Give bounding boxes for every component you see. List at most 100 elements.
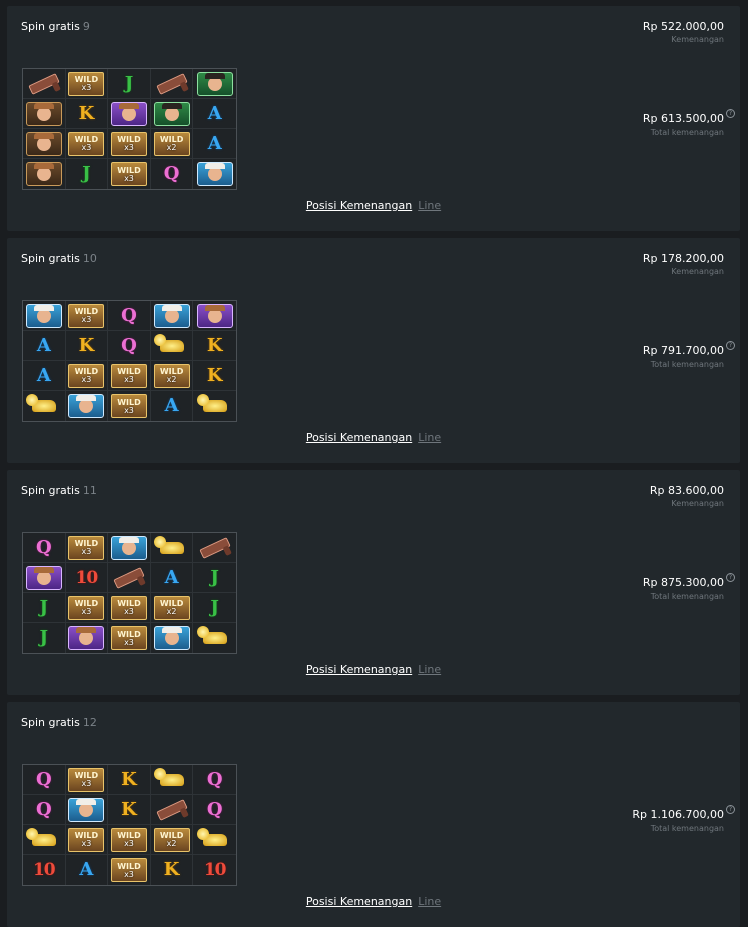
bandit-green-symbol bbox=[150, 99, 194, 129]
spin-number: 9 bbox=[82, 20, 90, 33]
spin-panel-9: Spin gratis 9 Rp 522.000,00 Kemenangan WI… bbox=[7, 6, 740, 231]
cowgirl-blue-symbol bbox=[65, 795, 109, 825]
gold-pile-icon bbox=[196, 394, 227, 412]
cowgirl-blue-symbol bbox=[108, 533, 151, 563]
symbol-a: A bbox=[151, 391, 194, 421]
spin-title-label: Spin gratis bbox=[21, 20, 80, 33]
gold-pile-icon bbox=[25, 394, 56, 412]
wild-symbol: WILD x3 bbox=[108, 129, 151, 159]
revolver-symbol bbox=[150, 69, 194, 99]
total-label: Total kemenangan bbox=[650, 360, 724, 369]
card-letter: Q bbox=[163, 163, 180, 184]
cowgirl-blue-symbol bbox=[151, 623, 194, 653]
spin-title: Spin gratis 9 bbox=[21, 20, 90, 33]
total-label: Total kemenangan bbox=[650, 592, 724, 601]
card-letter: J bbox=[124, 72, 134, 94]
spin-title: Spin gratis 12 bbox=[21, 716, 97, 729]
wild-symbol: WILD x3 bbox=[65, 593, 109, 623]
winning-positions-link[interactable]: Posisi Kemenangan bbox=[306, 431, 412, 444]
card-letter: K bbox=[78, 102, 95, 124]
line-link[interactable]: Line bbox=[418, 199, 441, 212]
symbol-j: J bbox=[108, 69, 151, 99]
bandit-icon bbox=[153, 101, 190, 126]
symbol-a: A bbox=[23, 361, 66, 391]
wild-symbol: WILD x3 bbox=[108, 825, 151, 855]
wild-icon: WILD x2 bbox=[153, 827, 190, 852]
symbol-k: K bbox=[65, 99, 109, 129]
line-link[interactable]: Line bbox=[418, 895, 441, 908]
symbol-10: 10 bbox=[193, 855, 236, 885]
winning-positions-link[interactable]: Posisi Kemenangan bbox=[306, 663, 412, 676]
card-letter: K bbox=[121, 798, 137, 820]
spin-panel-11: Spin gratis 11 Rp 83.600,00 Kemenangan QW… bbox=[7, 470, 740, 695]
spin-number: 11 bbox=[82, 484, 97, 497]
spin-title-label: Spin gratis bbox=[21, 252, 80, 265]
symbol-j: J bbox=[23, 593, 66, 623]
symbol-q: Q bbox=[23, 765, 66, 795]
winning-positions-link[interactable]: Posisi Kemenangan bbox=[306, 895, 412, 908]
wild-icon: WILD x3 bbox=[68, 303, 105, 328]
cowboy-icon bbox=[25, 101, 62, 126]
revolver-icon bbox=[155, 72, 188, 95]
wild-symbol: WILD x3 bbox=[108, 855, 151, 885]
spin-title-label: Spin gratis bbox=[21, 716, 80, 729]
wild-icon: WILD x3 bbox=[110, 595, 147, 620]
cowgirl-purple-symbol bbox=[108, 99, 151, 129]
spin-title-label: Spin gratis bbox=[21, 484, 80, 497]
card-letter: J bbox=[210, 566, 219, 588]
question-circle-icon[interactable]: ? bbox=[726, 805, 735, 814]
question-circle-icon[interactable]: ? bbox=[726, 341, 735, 350]
card-letter: A bbox=[164, 395, 179, 416]
cowgirl-icon bbox=[196, 303, 233, 328]
win-label: Kemenangan bbox=[671, 267, 724, 276]
symbol-q: Q bbox=[151, 159, 194, 189]
card-letter: A bbox=[207, 102, 222, 124]
wild-symbol: WILD x3 bbox=[65, 301, 109, 331]
symbol-q: Q bbox=[193, 795, 236, 825]
symbol-a: A bbox=[150, 563, 194, 593]
line-link[interactable]: Line bbox=[418, 663, 441, 676]
cowgirl-icon bbox=[153, 303, 190, 328]
card-letter: A bbox=[79, 859, 94, 880]
cowboy-brown-symbol bbox=[23, 99, 66, 129]
symbol-q: Q bbox=[193, 765, 236, 795]
cowgirl-icon bbox=[68, 626, 105, 650]
wild-symbol: WILD x3 bbox=[65, 825, 109, 855]
spin-panel-10: Spin gratis 10 Rp 178.200,00 Kemenangan W… bbox=[7, 238, 740, 463]
question-circle-icon[interactable]: ? bbox=[726, 573, 735, 582]
total-label: Total kemenangan bbox=[650, 824, 724, 833]
cowgirl-purple-symbol bbox=[23, 563, 66, 593]
question-circle-icon[interactable]: ? bbox=[726, 109, 735, 118]
wild-icon: WILD x3 bbox=[68, 595, 105, 620]
wild-icon: WILD x3 bbox=[110, 363, 147, 388]
reel-grid: WILD x3 Q A K Q K A WILD x3 WILD x3 WILD x2 K WILD x3 A bbox=[22, 300, 237, 422]
wild-symbol: WILD x2 bbox=[150, 593, 194, 623]
gold-pile-icon bbox=[196, 626, 227, 644]
symbol-k: K bbox=[193, 331, 236, 361]
total-amount: Rp 791.700,00 bbox=[642, 344, 724, 357]
gold-symbol bbox=[150, 331, 194, 361]
gold-symbol bbox=[23, 825, 66, 855]
wild-symbol: WILD x2 bbox=[150, 361, 194, 391]
wild-icon: WILD x3 bbox=[110, 827, 147, 852]
win-amount: Rp 522.000,00 bbox=[642, 20, 724, 33]
win-label: Kemenangan bbox=[671, 499, 724, 508]
cowgirl-blue-symbol bbox=[150, 301, 194, 331]
card-letter: Q bbox=[35, 798, 52, 820]
total-amount: Rp 875.300,00 bbox=[642, 576, 724, 589]
revolver-icon bbox=[113, 566, 145, 589]
symbol-q: Q bbox=[108, 331, 151, 361]
card-letter: K bbox=[78, 334, 95, 356]
wild-icon: WILD x3 bbox=[110, 394, 147, 418]
card-letter: 10 bbox=[203, 860, 227, 880]
card-letter: J bbox=[39, 627, 49, 648]
wild-symbol: WILD x3 bbox=[65, 533, 109, 563]
winning-positions-link[interactable]: Posisi Kemenangan bbox=[306, 199, 412, 212]
wild-icon: WILD x3 bbox=[68, 767, 105, 792]
revolver-icon bbox=[28, 72, 60, 95]
card-letter: A bbox=[207, 132, 222, 154]
wild-icon: WILD x3 bbox=[68, 827, 105, 852]
line-link[interactable]: Line bbox=[418, 431, 441, 444]
cowgirl-icon bbox=[68, 394, 105, 418]
wild-icon: WILD x3 bbox=[68, 535, 105, 560]
